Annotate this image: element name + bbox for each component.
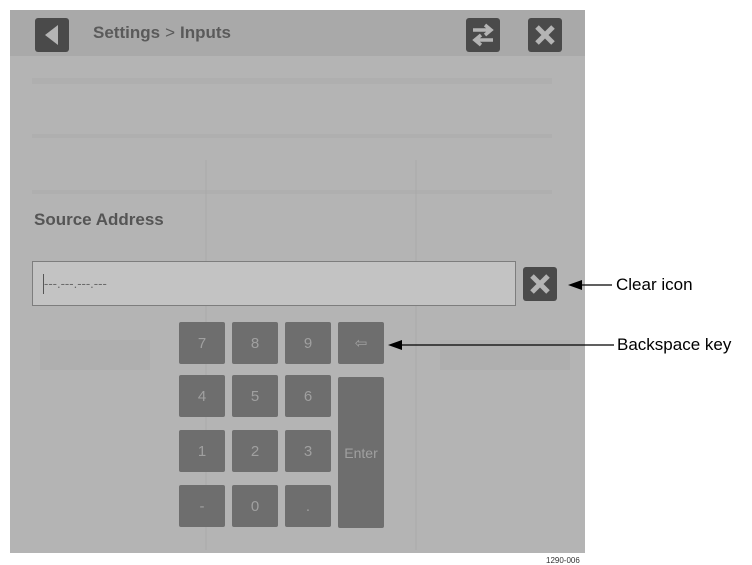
breadcrumb-separator: >	[165, 23, 175, 42]
background-divider	[32, 190, 552, 194]
key-2[interactable]: 2	[232, 430, 278, 472]
key-3[interactable]: 3	[285, 430, 331, 472]
swap-arrows-icon	[472, 23, 494, 47]
key-7[interactable]: 7	[179, 322, 225, 364]
background-panel	[40, 340, 150, 370]
source-address-input[interactable]: ---.---.---.---	[32, 261, 516, 306]
clear-icon	[530, 274, 550, 294]
close-icon	[535, 25, 555, 45]
breadcrumb: Settings > Inputs	[93, 23, 231, 43]
key-4[interactable]: 4	[179, 375, 225, 417]
backspace-key[interactable]: ⇦	[338, 322, 384, 364]
source-address-value: ---.---.---.---	[44, 276, 107, 291]
background-divider	[32, 134, 552, 138]
dimmed-settings-screen: Settings > Inputs Source Address ---.---.-…	[10, 10, 585, 553]
key-5[interactable]: 5	[232, 375, 278, 417]
enter-key[interactable]: Enter	[338, 377, 384, 528]
breadcrumb-parent[interactable]: Settings	[93, 23, 160, 42]
clear-icon-callout-label: Clear icon	[616, 275, 693, 294]
key-0[interactable]: 0	[232, 485, 278, 527]
source-address-title: Source Address	[34, 210, 164, 229]
top-bar: Settings > Inputs	[10, 10, 585, 56]
clear-button[interactable]	[523, 267, 557, 301]
key-8[interactable]: 8	[232, 322, 278, 364]
key-6[interactable]: 6	[285, 375, 331, 417]
key-dot[interactable]: .	[285, 485, 331, 527]
back-arrow-icon	[45, 25, 58, 45]
figure-id: 1290-006	[546, 556, 580, 565]
background-panel	[440, 340, 570, 370]
key-1[interactable]: 1	[179, 430, 225, 472]
key-9[interactable]: 9	[285, 322, 331, 364]
close-button[interactable]	[528, 18, 562, 52]
breadcrumb-current: Inputs	[180, 23, 231, 42]
swap-button[interactable]	[466, 18, 500, 52]
back-button[interactable]	[35, 18, 69, 52]
key-minus[interactable]: -	[179, 485, 225, 527]
background-divider	[32, 78, 552, 84]
backspace-key-callout-label: Backspace key	[617, 335, 732, 354]
background-divider	[415, 160, 417, 550]
